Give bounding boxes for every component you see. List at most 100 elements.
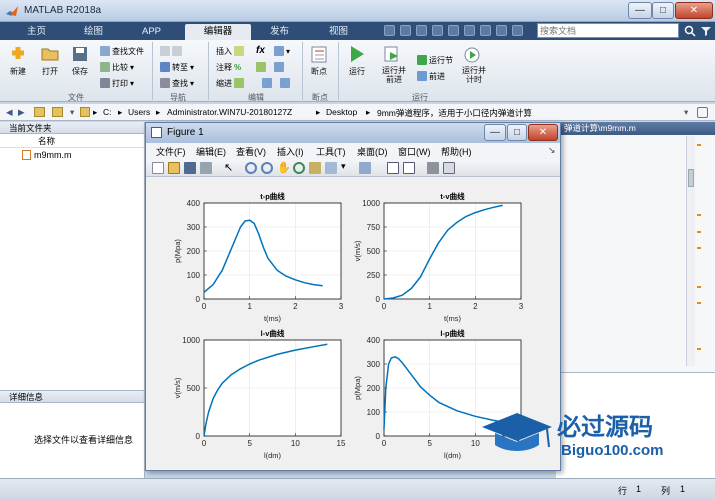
- breakpoints-button[interactable]: 断点: [309, 44, 329, 77]
- close-button[interactable]: ✕: [675, 2, 713, 19]
- search-input[interactable]: [538, 24, 658, 37]
- code-analyzer-mark[interactable]: [697, 144, 701, 146]
- tab-home[interactable]: 主页: [10, 24, 63, 40]
- menu-insert[interactable]: 插入(I): [277, 145, 304, 158]
- run-and-time-button[interactable]: 运行并 计时: [462, 44, 486, 84]
- zoom-out-icon[interactable]: [261, 162, 273, 174]
- tab-plots[interactable]: 绘图: [67, 24, 120, 40]
- breadcrumb-admin[interactable]: Administrator.WIN7U-20180127Z: [167, 107, 292, 117]
- tab-apps[interactable]: APP: [125, 24, 178, 40]
- browse-folder-icon[interactable]: [52, 107, 63, 117]
- code-analyzer-mark[interactable]: [697, 286, 701, 288]
- pointer-icon[interactable]: ↖: [224, 161, 236, 174]
- tab-publish[interactable]: 发布: [253, 24, 306, 40]
- advance-button[interactable]: 前进: [417, 70, 445, 82]
- breadcrumb-users[interactable]: Users: [128, 107, 150, 117]
- find-files-button[interactable]: 查找文件: [100, 45, 144, 57]
- figure-close-button[interactable]: ✕: [528, 124, 558, 141]
- wrap-comment-button[interactable]: [256, 61, 284, 73]
- address-search-icon[interactable]: [697, 107, 708, 118]
- breadcrumb-drive[interactable]: C:: [103, 107, 112, 117]
- comment-button[interactable]: 注释%: [216, 61, 241, 73]
- x-tick-label: 3: [339, 302, 344, 311]
- save-figure-icon[interactable]: [184, 162, 196, 174]
- tab-view[interactable]: 视图: [312, 24, 365, 40]
- open-file-icon[interactable]: [168, 162, 180, 174]
- print-button[interactable]: 打印 ▾: [100, 77, 134, 89]
- show-plot-tools-icon[interactable]: [443, 162, 455, 174]
- column-header-name[interactable]: 名称: [0, 134, 144, 148]
- quick-save-icon[interactable]: [384, 25, 395, 36]
- legend-icon[interactable]: [403, 162, 415, 174]
- quick-undo-icon[interactable]: [448, 25, 459, 36]
- fx-button[interactable]: fx: [256, 44, 265, 56]
- brush-icon[interactable]: [325, 162, 337, 174]
- save-button[interactable]: 保存: [70, 44, 90, 77]
- quick-paste-icon[interactable]: [432, 25, 443, 36]
- quick-cut-icon[interactable]: [400, 25, 411, 36]
- data-cursor-icon[interactable]: [309, 162, 321, 174]
- menu-edit[interactable]: 编辑(E): [196, 145, 226, 158]
- quick-redo-icon[interactable]: [464, 25, 475, 36]
- menu-file[interactable]: 文件(F): [156, 145, 186, 158]
- menu-window[interactable]: 窗口(W): [398, 145, 431, 158]
- forward-arrow-icon[interactable]: ▶: [18, 107, 25, 118]
- zoom-in-icon[interactable]: [245, 162, 257, 174]
- quick-switch-icon[interactable]: [480, 25, 491, 36]
- menu-tools[interactable]: 工具(T): [316, 145, 346, 158]
- figure-minimize-button[interactable]: —: [484, 124, 506, 141]
- code-analyzer-mark[interactable]: [697, 302, 701, 304]
- file-list-item[interactable]: m9mm.m: [0, 148, 144, 162]
- tab-editor[interactable]: 编辑器: [185, 24, 251, 40]
- back-arrow-icon[interactable]: ◀: [6, 107, 13, 118]
- format-button[interactable]: ▾: [274, 45, 290, 57]
- run-advance-button[interactable]: 运行并 前进: [382, 44, 406, 84]
- editor-scrollbar[interactable]: [686, 136, 695, 366]
- chevron-down-icon[interactable]: ▾: [341, 161, 353, 173]
- link-plot-icon[interactable]: [359, 162, 371, 174]
- rotate-3d-icon[interactable]: [293, 162, 305, 174]
- back-forward-buttons[interactable]: [160, 45, 182, 57]
- code-analyzer-mark[interactable]: [697, 348, 701, 350]
- breadcrumb-desktop[interactable]: Desktop: [326, 107, 357, 117]
- breadcrumb-folder[interactable]: 9mm弹道程序，适用于小口径内弹道计算: [377, 107, 532, 119]
- menu-help[interactable]: 帮助(H): [441, 145, 472, 158]
- x-tick-label: 10: [291, 439, 300, 448]
- code-analyzer-mark[interactable]: [697, 247, 701, 249]
- insert-button[interactable]: 插入: [216, 45, 244, 57]
- compare-button[interactable]: 比较 ▾: [100, 61, 134, 73]
- hide-plot-tools-icon[interactable]: [427, 162, 439, 174]
- search-documentation[interactable]: [537, 23, 679, 38]
- minimize-button[interactable]: —: [628, 2, 652, 19]
- filter-icon[interactable]: [700, 25, 712, 37]
- chevron-down-icon[interactable]: ▾: [70, 107, 74, 118]
- quick-copy-icon[interactable]: [416, 25, 427, 36]
- indent-button[interactable]: 缩进: [216, 77, 244, 89]
- editor-tab[interactable]: 弹道计算\m9mm.m: [556, 122, 715, 135]
- quick-more-icon[interactable]: [512, 25, 523, 36]
- menu-view[interactable]: 查看(V): [236, 145, 266, 158]
- menu-desktop[interactable]: 桌面(D): [357, 145, 388, 158]
- maximize-button[interactable]: □: [652, 2, 674, 19]
- print-figure-icon[interactable]: [200, 162, 212, 174]
- code-analyzer-mark[interactable]: [697, 231, 701, 233]
- open-button[interactable]: 打开: [40, 44, 60, 77]
- run-section-button[interactable]: 运行节: [417, 54, 453, 66]
- run-button[interactable]: 运行: [347, 44, 367, 77]
- colorbar-icon[interactable]: [387, 162, 399, 174]
- code-analyzer-mark[interactable]: [697, 214, 701, 216]
- scroll-thumb[interactable]: [688, 169, 694, 187]
- indent-more-button[interactable]: [262, 77, 290, 89]
- search-icon[interactable]: [684, 25, 696, 37]
- menu-dock-icon[interactable]: ↘: [548, 145, 556, 156]
- new-button[interactable]: 新建: [8, 44, 28, 77]
- group-divider: [338, 42, 339, 100]
- figure-maximize-button[interactable]: □: [507, 124, 527, 141]
- new-figure-icon[interactable]: [152, 162, 164, 174]
- quick-help-icon[interactable]: [496, 25, 507, 36]
- goto-button[interactable]: 转至 ▾: [160, 61, 194, 73]
- chevron-down-icon[interactable]: ▾: [684, 107, 688, 118]
- up-folder-icon[interactable]: [34, 107, 45, 117]
- pan-icon[interactable]: ✋: [277, 161, 291, 174]
- find-button[interactable]: 查找 ▾: [160, 77, 194, 89]
